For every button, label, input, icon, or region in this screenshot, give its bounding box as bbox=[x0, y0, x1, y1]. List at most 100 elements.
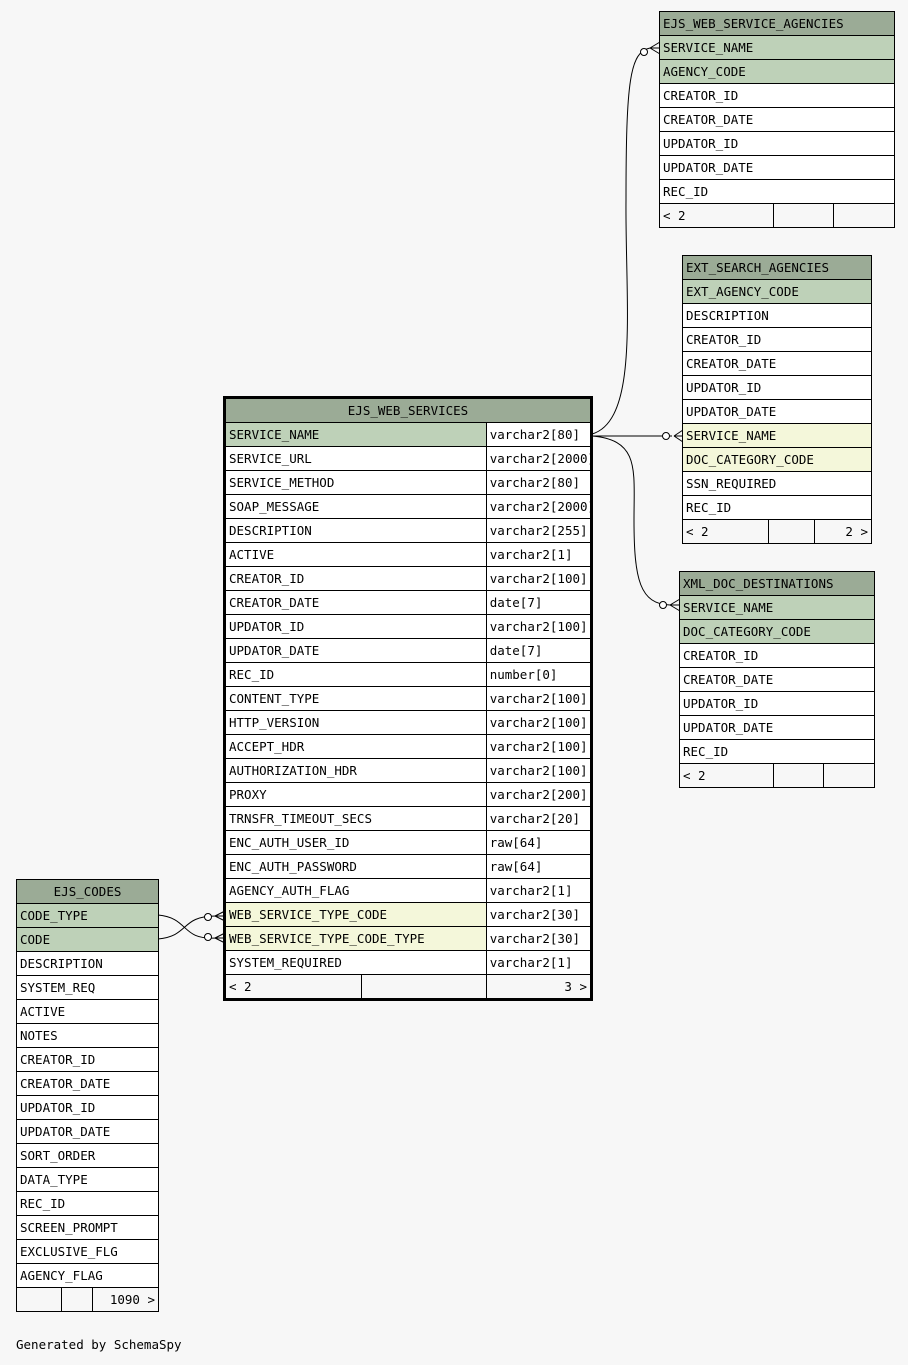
column-row[interactable]: REC_ID bbox=[678, 739, 876, 764]
column-row[interactable]: UPDATOR_DATE date[7] bbox=[224, 638, 593, 663]
column-row[interactable]: SERVICE_METHOD varchar2[80] bbox=[224, 470, 593, 495]
column-row[interactable]: ENC_AUTH_USER_ID raw[64] bbox=[224, 830, 593, 855]
relation-line-xml-doc bbox=[591, 435, 671, 606]
column-name: SSN_REQUIRED bbox=[682, 471, 872, 496]
column-row[interactable]: TRNSFR_TIMEOUT_SECS varchar2[20] bbox=[224, 806, 593, 831]
column-row[interactable]: ACTIVE varchar2[1] bbox=[224, 542, 593, 567]
column-name: CREATOR_ID bbox=[682, 327, 872, 352]
column-row[interactable]: UPDATOR_ID varchar2[100] bbox=[224, 614, 593, 639]
table-ejs-web-service-agencies[interactable]: EJS_WEB_SERVICE_AGENCIES SERVICE_NAME AGEN… bbox=[658, 11, 896, 228]
table-xml-doc-destinations[interactable]: XML_DOC_DESTINATIONS SERVICE_NAME DOC_CATE… bbox=[678, 571, 876, 788]
column-row[interactable]: CREATOR_ID varchar2[100] bbox=[224, 566, 593, 591]
column-name: TRNSFR_TIMEOUT_SECS bbox=[224, 806, 487, 831]
column-row[interactable]: UPDATOR_ID bbox=[682, 375, 872, 400]
column-row[interactable]: REC_ID bbox=[15, 1191, 160, 1216]
column-row[interactable]: UPDATOR_DATE bbox=[658, 155, 896, 180]
table-title[interactable]: EXT_SEARCH_AGENCIES bbox=[682, 255, 872, 280]
relation-end-circle bbox=[640, 48, 648, 56]
column-row[interactable]: EXT_AGENCY_CODE bbox=[682, 279, 872, 304]
column-row[interactable]: EXCLUSIVE_FLG bbox=[15, 1239, 160, 1264]
column-row[interactable]: REC_ID bbox=[658, 179, 896, 204]
children-count: 1090 > bbox=[91, 1287, 160, 1312]
column-row[interactable]: CREATOR_ID bbox=[658, 83, 896, 108]
column-row[interactable]: DESCRIPTION bbox=[15, 951, 160, 976]
column-row[interactable]: SERVICE_NAME bbox=[682, 423, 872, 448]
column-row[interactable]: WEB_SERVICE_TYPE_CODE_TYPE varchar2[30] bbox=[224, 926, 593, 951]
column-name: REC_ID bbox=[15, 1191, 160, 1216]
column-row[interactable]: DATA_TYPE bbox=[15, 1167, 160, 1192]
column-name: SERVICE_METHOD bbox=[224, 470, 487, 495]
column-name: WEB_SERVICE_TYPE_CODE bbox=[224, 902, 487, 927]
table-footer-row: < 2 2 > bbox=[682, 519, 872, 544]
column-row[interactable]: SERVICE_NAME bbox=[678, 595, 876, 620]
column-row[interactable]: CREATOR_DATE bbox=[682, 351, 872, 376]
column-row[interactable]: ENC_AUTH_PASSWORD raw[64] bbox=[224, 854, 593, 879]
table-title[interactable]: EJS_WEB_SERVICES bbox=[224, 397, 592, 423]
column-row[interactable]: UPDATOR_DATE bbox=[15, 1119, 160, 1144]
column-row[interactable]: DOC_CATEGORY_CODE bbox=[678, 619, 876, 644]
column-row[interactable]: CREATOR_ID bbox=[682, 327, 872, 352]
column-name: REC_ID bbox=[224, 662, 487, 687]
column-row[interactable]: REC_ID bbox=[682, 495, 872, 520]
column-row[interactable]: UPDATOR_ID bbox=[15, 1095, 160, 1120]
column-row[interactable]: NOTES bbox=[15, 1023, 160, 1048]
column-row[interactable]: CODE_TYPE bbox=[15, 903, 160, 928]
children-count: 2 > bbox=[814, 519, 872, 544]
column-name: CREATOR_DATE bbox=[224, 590, 487, 615]
column-row[interactable]: DOC_CATEGORY_CODE bbox=[682, 447, 872, 472]
column-row[interactable]: SERVICE_NAME bbox=[658, 35, 896, 60]
column-name: SERVICE_URL bbox=[224, 446, 487, 471]
column-row[interactable]: AGENCY_AUTH_FLAG varchar2[1] bbox=[224, 878, 593, 903]
column-row[interactable]: AGENCY_CODE bbox=[658, 59, 896, 84]
column-row[interactable]: CREATOR_DATE bbox=[658, 107, 896, 132]
column-row[interactable]: CODE bbox=[15, 927, 160, 952]
column-row[interactable]: ACCEPT_HDR varchar2[100] bbox=[224, 734, 593, 759]
column-name: AUTHORIZATION_HDR bbox=[224, 758, 487, 783]
table-title[interactable]: EJS_CODES bbox=[15, 879, 160, 904]
column-name: CREATOR_ID bbox=[678, 643, 876, 668]
column-row[interactable]: SORT_ORDER bbox=[15, 1143, 160, 1168]
column-row[interactable]: DESCRIPTION varchar2[255] bbox=[224, 518, 593, 543]
column-row[interactable]: SCREEN_PROMPT bbox=[15, 1215, 160, 1240]
column-row[interactable]: AUTHORIZATION_HDR varchar2[100] bbox=[224, 758, 593, 783]
column-row[interactable]: SERVICE_URL varchar2[2000] bbox=[224, 446, 595, 471]
column-row[interactable]: CONTENT_TYPE varchar2[100] bbox=[224, 686, 593, 711]
column-row[interactable]: CREATOR_DATE bbox=[15, 1071, 160, 1096]
column-name: UPDATOR_DATE bbox=[682, 399, 872, 424]
column-row[interactable]: REC_ID number[0] bbox=[224, 662, 593, 687]
table-ext-search-agencies[interactable]: EXT_SEARCH_AGENCIES EXT_AGENCY_CODE DESCRI… bbox=[682, 255, 872, 544]
column-name: CREATOR_DATE bbox=[658, 107, 896, 132]
children-count bbox=[822, 763, 876, 788]
column-row[interactable]: SOAP_MESSAGE varchar2[2000] bbox=[224, 494, 595, 519]
table-ejs-web-services[interactable]: EJS_WEB_SERVICES SERVICE_NAME varchar2[80]… bbox=[223, 396, 595, 1001]
column-row[interactable]: CREATOR_DATE date[7] bbox=[224, 590, 593, 615]
column-name: SCREEN_PROMPT bbox=[15, 1215, 160, 1240]
column-row[interactable]: CREATOR_DATE bbox=[678, 667, 876, 692]
column-row[interactable]: SYSTEM_REQUIRED varchar2[1] bbox=[224, 950, 593, 975]
column-row[interactable]: ACTIVE bbox=[15, 999, 160, 1024]
column-row[interactable]: SERVICE_NAME varchar2[80] bbox=[224, 422, 593, 447]
column-row[interactable]: DESCRIPTION bbox=[682, 303, 872, 328]
table-ejs-codes[interactable]: EJS_CODES CODE_TYPE CODE DESCRIPTION SYSTEM_… bbox=[15, 879, 160, 1312]
column-row[interactable]: CREATOR_ID bbox=[15, 1047, 160, 1072]
column-row[interactable]: CREATOR_ID bbox=[678, 643, 876, 668]
column-name: UPDATOR_DATE bbox=[678, 715, 876, 740]
column-name: NOTES bbox=[15, 1023, 160, 1048]
table-title[interactable]: XML_DOC_DESTINATIONS bbox=[678, 571, 876, 596]
column-name: PROXY bbox=[224, 782, 487, 807]
column-row[interactable]: SYSTEM_REQ bbox=[15, 975, 160, 1000]
column-name: SERVICE_NAME bbox=[224, 422, 487, 447]
column-row[interactable]: SSN_REQUIRED bbox=[682, 471, 872, 496]
column-row[interactable]: UPDATOR_DATE bbox=[678, 715, 876, 740]
column-row[interactable]: WEB_SERVICE_TYPE_CODE varchar2[30] bbox=[224, 902, 593, 927]
table-title[interactable]: EJS_WEB_SERVICE_AGENCIES bbox=[658, 11, 896, 36]
column-name: SOAP_MESSAGE bbox=[224, 494, 487, 519]
column-name: SERVICE_NAME bbox=[678, 595, 876, 620]
column-type: varchar2[2000] bbox=[485, 446, 595, 471]
column-row[interactable]: PROXY varchar2[200] bbox=[224, 782, 593, 807]
column-row[interactable]: HTTP_VERSION varchar2[100] bbox=[224, 710, 593, 735]
column-row[interactable]: UPDATOR_ID bbox=[678, 691, 876, 716]
column-row[interactable]: UPDATOR_ID bbox=[658, 131, 896, 156]
column-row[interactable]: UPDATOR_DATE bbox=[682, 399, 872, 424]
column-row[interactable]: AGENCY_FLAG bbox=[15, 1263, 160, 1288]
